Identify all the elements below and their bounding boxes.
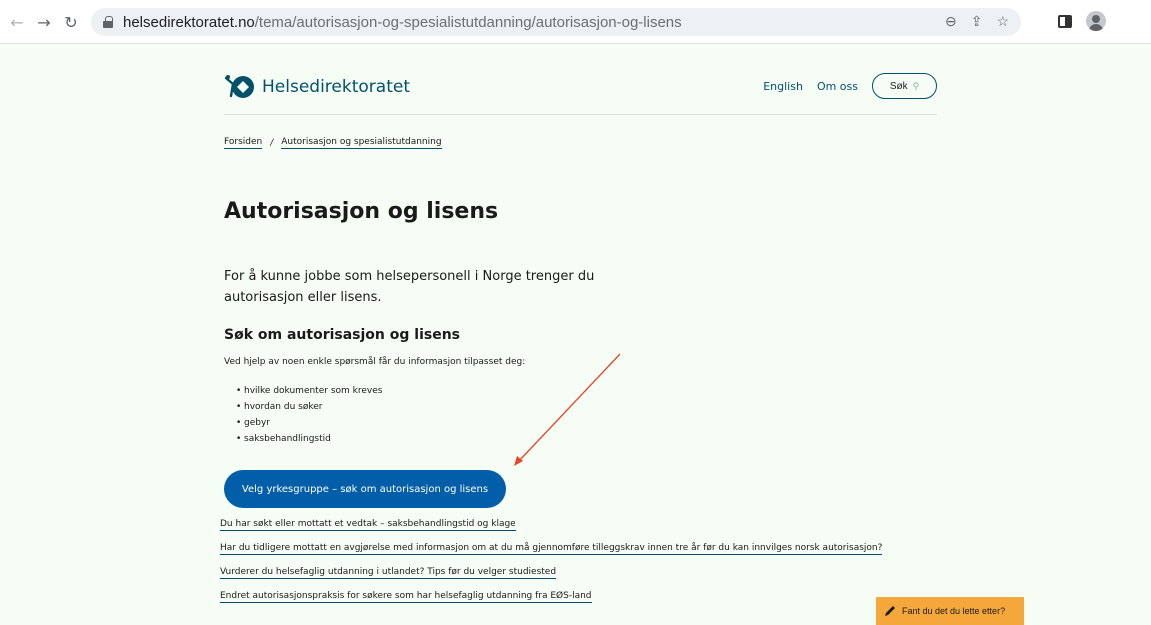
url-path: /tema/autorisasjon-og-spesialistutdannin…	[254, 13, 682, 31]
breadcrumb: Forsiden / Autorisasjon og spesialistutd…	[224, 137, 442, 149]
section-intro: Ved hjelp av noen enkle spørsmål får du …	[224, 357, 526, 367]
list-item: hvordan du søker	[236, 399, 382, 415]
logo-link[interactable]: Helsedirektoratet	[224, 74, 410, 100]
forward-icon[interactable]: →	[33, 11, 55, 33]
section-title: Søk om autorisasjon og lisens	[224, 327, 461, 343]
lock-icon	[103, 16, 113, 28]
breadcrumb-home[interactable]: Forsiden	[224, 137, 263, 149]
search-button[interactable]: Søk ⚲	[872, 73, 937, 99]
profile-avatar-icon[interactable]	[1086, 11, 1106, 31]
search-button-label: Søk	[889, 80, 908, 92]
search-icon: ⚲	[912, 80, 920, 91]
link-study-abroad-tips[interactable]: Vurderer du helsefaglig utdanning i utla…	[220, 567, 557, 579]
english-link[interactable]: English	[763, 80, 803, 93]
url-domain: helsedirektoratet.no	[123, 13, 255, 31]
link-eea-practice[interactable]: Endret autorisasjonspraksis for søkere s…	[220, 591, 592, 603]
logo-text: Helsedirektoratet	[262, 77, 410, 97]
info-list: hvilke dokumenter som kreves hvordan du …	[236, 383, 382, 447]
link-additional-requirements[interactable]: Har du tidligere mottatt en avgjørelse m…	[220, 543, 883, 555]
site-header: Helsedirektoratet English Om oss Søk ⚲	[224, 70, 937, 115]
side-panel-icon[interactable]	[1058, 14, 1072, 28]
zoom-icon[interactable]: ⊖	[945, 13, 957, 30]
pencil-icon	[885, 606, 895, 616]
reload-icon[interactable]: ↻	[60, 11, 82, 33]
helsedirektoratet-logo-icon	[224, 75, 254, 98]
link-case-processing[interactable]: Du har søkt eller mottatt et vedtak – sa…	[220, 519, 516, 531]
page-title: Autorisasjon og lisens	[224, 199, 499, 224]
back-icon[interactable]: ←	[6, 11, 28, 33]
feedback-label: Fant du det du lette etter?	[902, 606, 1006, 616]
breadcrumb-current[interactable]: Autorisasjon og spesialistutdanning	[281, 137, 442, 149]
lead-paragraph: For å kunne jobbe som helsepersonell i N…	[224, 269, 595, 305]
feedback-button[interactable]: Fant du det du lette etter?	[876, 597, 1024, 625]
breadcrumb-separator: /	[270, 138, 274, 148]
about-link[interactable]: Om oss	[817, 80, 858, 93]
share-icon[interactable]: ⇪	[971, 13, 983, 30]
list-item: gebyr	[236, 415, 382, 431]
browser-toolbar: ← → ↻ helsedirektoratet.no/tema/autorisa…	[0, 0, 1151, 44]
address-bar[interactable]: helsedirektoratet.no/tema/autorisasjon-o…	[91, 8, 1021, 36]
bookmark-star-icon[interactable]: ☆	[996, 13, 1009, 30]
select-profession-button[interactable]: Velg yrkesgruppe – søk om autorisasjon o…	[224, 470, 506, 508]
list-item: saksbehandlingstid	[236, 431, 382, 447]
related-links: Du har søkt eller mottatt et vedtak – sa…	[220, 519, 883, 615]
list-item: hvilke dokumenter som kreves	[236, 383, 382, 399]
